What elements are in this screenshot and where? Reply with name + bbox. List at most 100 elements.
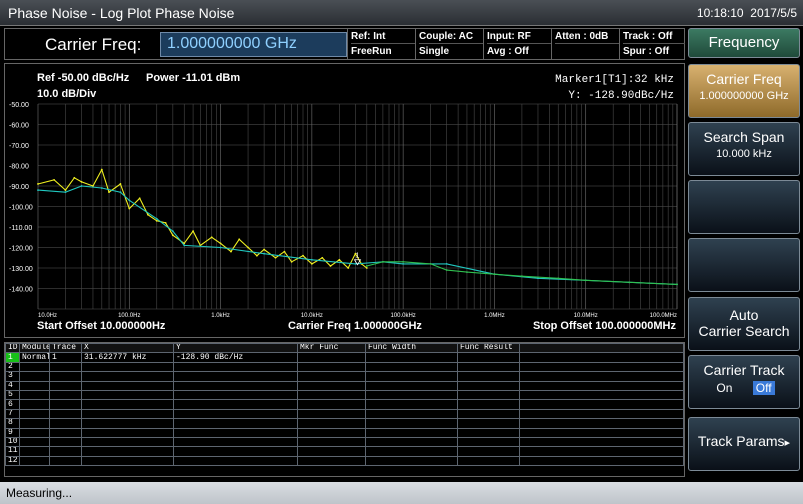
trace-point [263, 252, 266, 255]
table-header-row: ID Module Trace X Y Mkr Func Func Width Func Re… [5, 342, 684, 354]
table-cell [19, 380, 50, 391]
table-header-cell: Func Width [365, 342, 458, 354]
trace-line [37, 168, 368, 269]
carrier-freq-softkey[interactable]: Carrier Freq 1.000000000 GHz [688, 64, 800, 118]
trace-point [230, 250, 232, 253]
trace-point [155, 217, 158, 220]
table-row[interactable]: 5 [5, 389, 684, 401]
table-row[interactable]: 2 [5, 361, 684, 373]
table-row[interactable]: 9 [5, 427, 684, 438]
trace-point [466, 271, 468, 273]
blank-softkey-2[interactable] [688, 238, 800, 292]
table-cell [519, 371, 684, 382]
trace-line [37, 185, 678, 285]
trace-point [302, 254, 304, 257]
table-row[interactable]: 6 [5, 399, 684, 410]
table-cell [297, 389, 366, 401]
auto-carrier-search-line1: Auto [729, 307, 759, 323]
trace-point [381, 260, 384, 263]
table-cell [297, 455, 366, 467]
y-tick-label: -120.00 [9, 246, 33, 253]
table-cell [173, 371, 298, 382]
table-row-id: 6 [5, 399, 20, 410]
trace-point [37, 189, 39, 191]
table-cell [365, 371, 458, 382]
table-cell [81, 446, 174, 457]
phase-noise-plot[interactable]: Ref -50.00 dBc/Hz Power -11.01 dBm 10.0 … [4, 63, 685, 338]
auto-carrier-search-softkey[interactable]: Auto Carrier Search [688, 297, 800, 351]
table-row[interactable]: 11 [5, 446, 684, 457]
carrier-track-off[interactable]: Off [752, 381, 775, 395]
table-cell [81, 389, 174, 401]
table-cell [457, 427, 520, 438]
input-info-cell: Input: RF Avg : Off [483, 29, 551, 59]
table-cell [519, 380, 684, 391]
table-row[interactable]: 12 [5, 455, 684, 467]
table-row[interactable]: 4 [5, 380, 684, 391]
table-row-id: 7 [5, 408, 20, 420]
table-row[interactable]: 8 [5, 418, 684, 429]
table-row[interactable]: 10 [5, 436, 684, 448]
table-cell [81, 371, 174, 382]
trace-point [445, 269, 448, 271]
table-row[interactable]: 7 [5, 408, 684, 420]
table-cell [519, 427, 684, 438]
y-tick-label: -80.00 [9, 164, 29, 171]
table-cell [19, 371, 50, 382]
trace-point [445, 263, 448, 265]
trace-point [64, 189, 67, 191]
table-cell [173, 418, 298, 429]
trace-point [347, 267, 350, 269]
carrier-track-softkey[interactable]: Carrier Track On Off [688, 355, 800, 409]
table-header-cell: Module [19, 342, 50, 354]
table-row-id: 9 [5, 427, 20, 438]
table-cell [49, 361, 82, 373]
trace-point [128, 199, 131, 202]
trace-point [493, 273, 496, 276]
trace-point [338, 258, 341, 261]
table-cell [81, 427, 174, 438]
track-params-softkey[interactable]: Track Params▸ [688, 417, 800, 471]
table-row[interactable]: 1 Normal 1 31.622777 kHz -128.90 dBc/Hz [5, 352, 684, 363]
search-span-softkey[interactable]: Search Span 10.000 kHz [688, 122, 800, 176]
table-cell [457, 371, 520, 382]
clock: 10:18:10 2017/5/5 [697, 6, 797, 20]
table-row[interactable]: 3 [5, 371, 684, 382]
table-cell [173, 427, 298, 438]
table-cell [365, 399, 458, 410]
trace-point [628, 281, 631, 284]
table-cell [365, 380, 458, 391]
table-row-id: 3 [5, 371, 20, 382]
carrier-freq-softkey-value: 1.000000000 GHz [699, 90, 789, 102]
trace-point [365, 265, 368, 267]
table-cell [19, 408, 50, 420]
start-offset-text: Start Offset 10.000000Hz [37, 320, 166, 332]
table-cell [19, 446, 50, 457]
table-header-cell: Trace [49, 342, 82, 354]
table-cell [81, 455, 174, 467]
table-cell: -128.90 dBc/Hz [173, 352, 298, 363]
table-cell [365, 436, 458, 448]
trace-point [521, 275, 523, 278]
carrier-track-label: Carrier Track [703, 362, 785, 378]
table-cell [49, 446, 82, 457]
x-tick-label: 100.0MHz [650, 313, 677, 319]
table-cell [49, 380, 82, 391]
auto-carrier-search-line2: Carrier Search [698, 323, 790, 339]
table-cell [297, 446, 366, 457]
menu-header-frequency[interactable]: Frequency [688, 28, 800, 58]
atten-blank [555, 44, 619, 59]
trace-point [138, 197, 141, 200]
table-cell [19, 399, 50, 410]
table-row-id: 1 [5, 352, 20, 363]
blank-softkey-1[interactable] [688, 180, 800, 234]
carrier-track-on[interactable]: On [713, 381, 735, 395]
table-row-id: 8 [5, 418, 20, 429]
atten-info-cell: Atten : 0dB [551, 29, 619, 59]
carrier-freq-input[interactable]: 1.000000000 GHz [160, 32, 347, 57]
table-header-cell [519, 342, 684, 354]
table-header-cell: Func Result [457, 342, 520, 354]
trace-point [147, 213, 149, 216]
table-cell [519, 361, 684, 373]
x-tick-label: 10.0kHz [301, 313, 323, 319]
